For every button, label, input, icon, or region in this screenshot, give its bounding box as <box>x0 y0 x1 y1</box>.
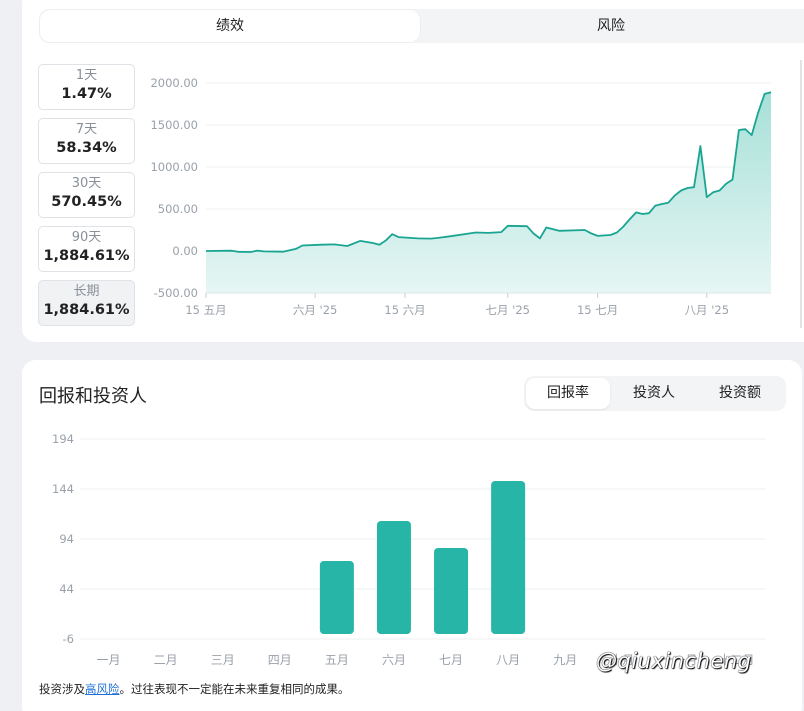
y-tick-label: -6 <box>63 632 74 646</box>
section-title: 回报和投资人 <box>39 386 147 407</box>
period-return: 58.34% <box>56 140 117 156</box>
x-tick-label: 七月 <box>439 653 463 667</box>
tab-bar: 绩效 风险 <box>39 9 804 43</box>
period-label: 7天 <box>75 122 98 137</box>
y-tick-label: 144 <box>52 482 74 496</box>
x-tick-label: 五月 <box>325 653 349 667</box>
x-tick-label: 15 七月 <box>577 303 618 317</box>
watermark: @qiuxincheng <box>596 649 752 673</box>
period-30d-button[interactable]: 30天 570.45% <box>38 172 135 218</box>
bar-八月 <box>491 481 526 634</box>
x-tick-label: 六月 <box>382 653 406 667</box>
y-tick-label: 500.00 <box>158 202 198 216</box>
card-edge-divider <box>800 60 802 328</box>
period-label: 90天 <box>71 230 102 245</box>
disclaimer-prefix: 投资涉及 <box>39 682 85 696</box>
y-tick-label: 0.00 <box>172 244 198 258</box>
x-tick-label: 八月 <box>496 653 520 667</box>
period-1d-button[interactable]: 1天 1.47% <box>38 64 135 110</box>
period-label: 长期 <box>73 284 100 299</box>
period-label: 30天 <box>71 176 102 191</box>
y-tick-label: 2000.00 <box>150 76 198 90</box>
period-return: 1,884.61% <box>43 248 130 264</box>
period-7d-button[interactable]: 7天 58.34% <box>38 118 135 164</box>
period-return: 570.45% <box>51 194 122 210</box>
period-90d-button[interactable]: 90天 1,884.61% <box>38 226 135 272</box>
segment-investors[interactable]: 投资人 <box>612 378 696 409</box>
x-tick-label: 三月 <box>211 653 235 667</box>
tab-risk[interactable]: 风险 <box>421 9 801 43</box>
tab-performance[interactable]: 绩效 <box>40 10 420 42</box>
performance-area <box>206 92 771 293</box>
x-tick-label: 一月 <box>97 653 121 667</box>
segment-investment-amount[interactable]: 投资额 <box>698 378 782 409</box>
risk-disclaimer: 投资涉及高风险。过往表现不一定能在未来重复相同的成果。 <box>39 681 350 697</box>
disclaimer-suffix: 。过往表现不一定能在未来重复相同的成果。 <box>119 682 350 696</box>
y-tick-label: -500.00 <box>154 286 198 300</box>
x-tick-label: 四月 <box>268 653 292 667</box>
period-longterm-button[interactable]: 长期 1,884.61% <box>38 280 135 326</box>
bar-七月 <box>434 548 469 634</box>
x-tick-label: 15 五月 <box>185 303 226 317</box>
high-risk-link[interactable]: 高风险 <box>85 682 120 696</box>
x-tick-label: 八月 '25 <box>685 303 729 317</box>
bar-六月 <box>376 521 411 634</box>
bar-五月 <box>319 561 354 634</box>
x-tick-label: 15 六月 <box>384 303 425 317</box>
y-tick-label: 44 <box>59 582 74 596</box>
x-tick-label: 九月 <box>553 653 577 667</box>
y-tick-label: 94 <box>59 532 74 546</box>
period-return: 1,884.61% <box>43 302 130 318</box>
y-tick-label: 1500.00 <box>150 118 198 132</box>
x-tick-label: 六月 '25 <box>293 303 337 317</box>
x-tick-label: 七月 '25 <box>486 303 530 317</box>
x-tick-label: 二月 <box>154 653 178 667</box>
y-tick-label: 194 <box>52 432 74 446</box>
monthly-return-bar-chart: 1941449444-6一月 二月 三月 四月 五月 六月 七月 八月 九月 十月 十一月 十二月 <box>52 432 765 667</box>
performance-line-chart: 2000.00 1500.00 1000.00 500.00 0.00 -500.00 15… <box>150 76 772 317</box>
metric-segmented-control: 回报率 投资人 投资额 <box>524 376 786 411</box>
period-label: 1天 <box>75 68 98 83</box>
segment-return-rate[interactable]: 回报率 <box>526 378 610 409</box>
y-tick-label: 1000.00 <box>150 160 198 174</box>
period-return: 1.47% <box>61 86 112 102</box>
